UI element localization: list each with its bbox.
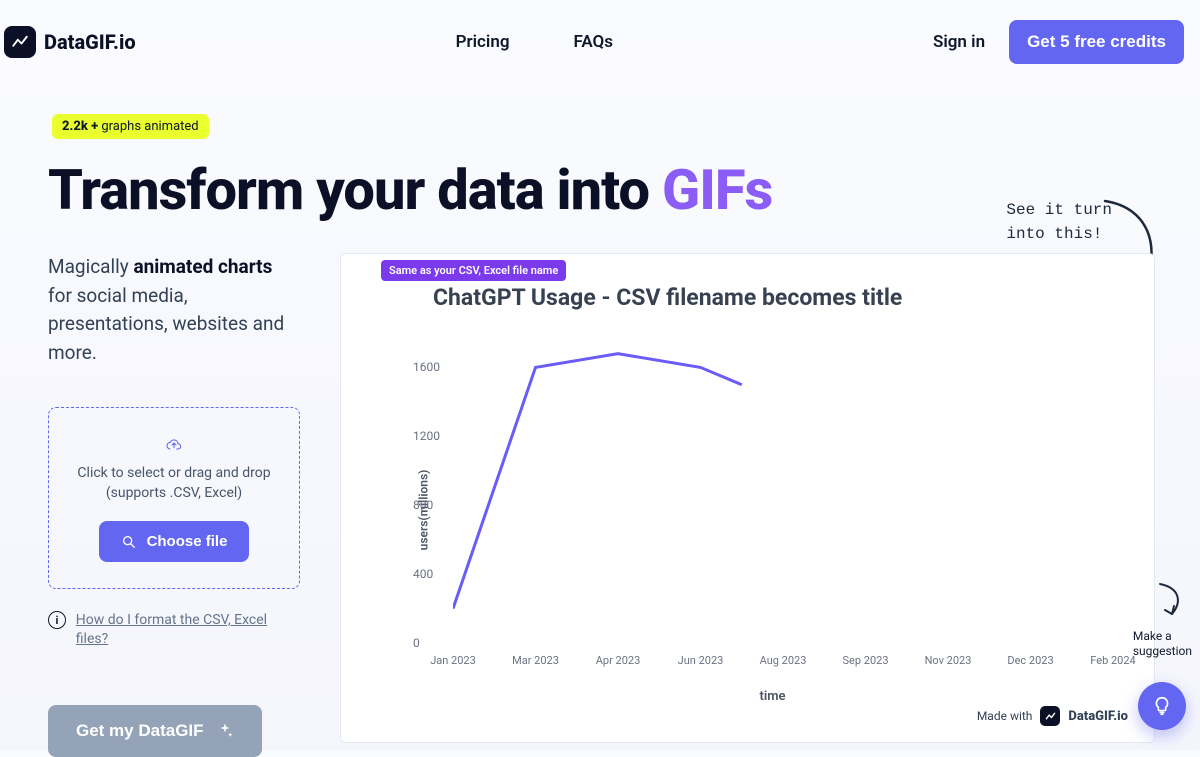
chart-preview-card: Same as your CSV, Excel file name ChatGP… — [340, 253, 1155, 743]
y-tick: 1600 — [413, 360, 440, 374]
brand-mini-icon — [1040, 706, 1060, 726]
get-credits-button[interactable]: Get 5 free credits — [1009, 20, 1184, 64]
chart-line — [453, 333, 1113, 643]
make-suggestion-label: Make a suggestion — [1133, 629, 1192, 660]
auth: Sign in Get 5 free credits — [933, 20, 1184, 64]
brand-text: DataGIF.io — [44, 30, 136, 54]
header: DataGIF.io Pricing FAQs Sign in Get 5 fr… — [0, 0, 1200, 64]
brand-icon — [4, 26, 36, 58]
chart-plot: users(millions) 040080012001600Jan 2023M… — [393, 323, 1126, 683]
x-tick: Jun 2023 — [678, 654, 724, 667]
x-tick: Feb 2024 — [1090, 654, 1135, 667]
subheading: Magically animated charts for social med… — [48, 253, 300, 367]
suggestion-fab[interactable] — [1138, 682, 1186, 730]
made-with: Made with DataGIF.io — [977, 706, 1128, 726]
nav-faqs[interactable]: FAQs — [574, 32, 614, 52]
x-tick: Dec 2023 — [1007, 654, 1053, 667]
x-tick: Jan 2023 — [430, 654, 476, 667]
x-tick: Sep 2023 — [843, 654, 889, 667]
y-tick: 800 — [413, 498, 433, 512]
x-tick: Mar 2023 — [512, 654, 559, 667]
preview-column: See it turn into this! Same as your CSV,… — [340, 253, 1160, 757]
x-tick: Apr 2023 — [596, 654, 641, 667]
x-tick: Aug 2023 — [760, 654, 807, 667]
animated-count-badge: 2.2k + graphs animated — [52, 114, 209, 139]
upload-dropzone[interactable]: Click to select or drag and drop (suppor… — [48, 407, 300, 589]
chart-xlabel: time — [419, 689, 1126, 704]
upload-icon — [67, 438, 281, 456]
signin-link[interactable]: Sign in — [933, 32, 985, 52]
chart-title: ChatGPT Usage - CSV filename becomes tit… — [433, 284, 1126, 311]
search-icon — [121, 534, 137, 550]
nav-pricing[interactable]: Pricing — [456, 32, 510, 52]
get-datagif-button[interactable]: Get my DataGIF — [48, 705, 262, 757]
y-tick: 1200 — [413, 429, 440, 443]
y-tick: 400 — [413, 567, 433, 581]
help-row: i How do I format the CSV, Excel files? — [48, 611, 300, 649]
suggestion-arrow-icon — [1154, 580, 1188, 620]
nav: Pricing FAQs — [456, 32, 613, 52]
filename-badge: Same as your CSV, Excel file name — [381, 260, 566, 281]
dropzone-text: Click to select or drag and drop (suppor… — [67, 464, 281, 503]
y-tick: 0 — [413, 636, 420, 650]
left-column: Magically animated charts for social med… — [0, 253, 300, 757]
x-tick: Nov 2023 — [925, 654, 972, 667]
sparkle-icon — [216, 722, 234, 740]
format-help-link[interactable]: How do I format the CSV, Excel files? — [76, 611, 300, 649]
brand[interactable]: DataGIF.io — [4, 26, 136, 58]
info-icon: i — [48, 611, 66, 629]
lightbulb-icon — [1151, 695, 1173, 717]
choose-file-button[interactable]: Choose file — [99, 521, 250, 562]
